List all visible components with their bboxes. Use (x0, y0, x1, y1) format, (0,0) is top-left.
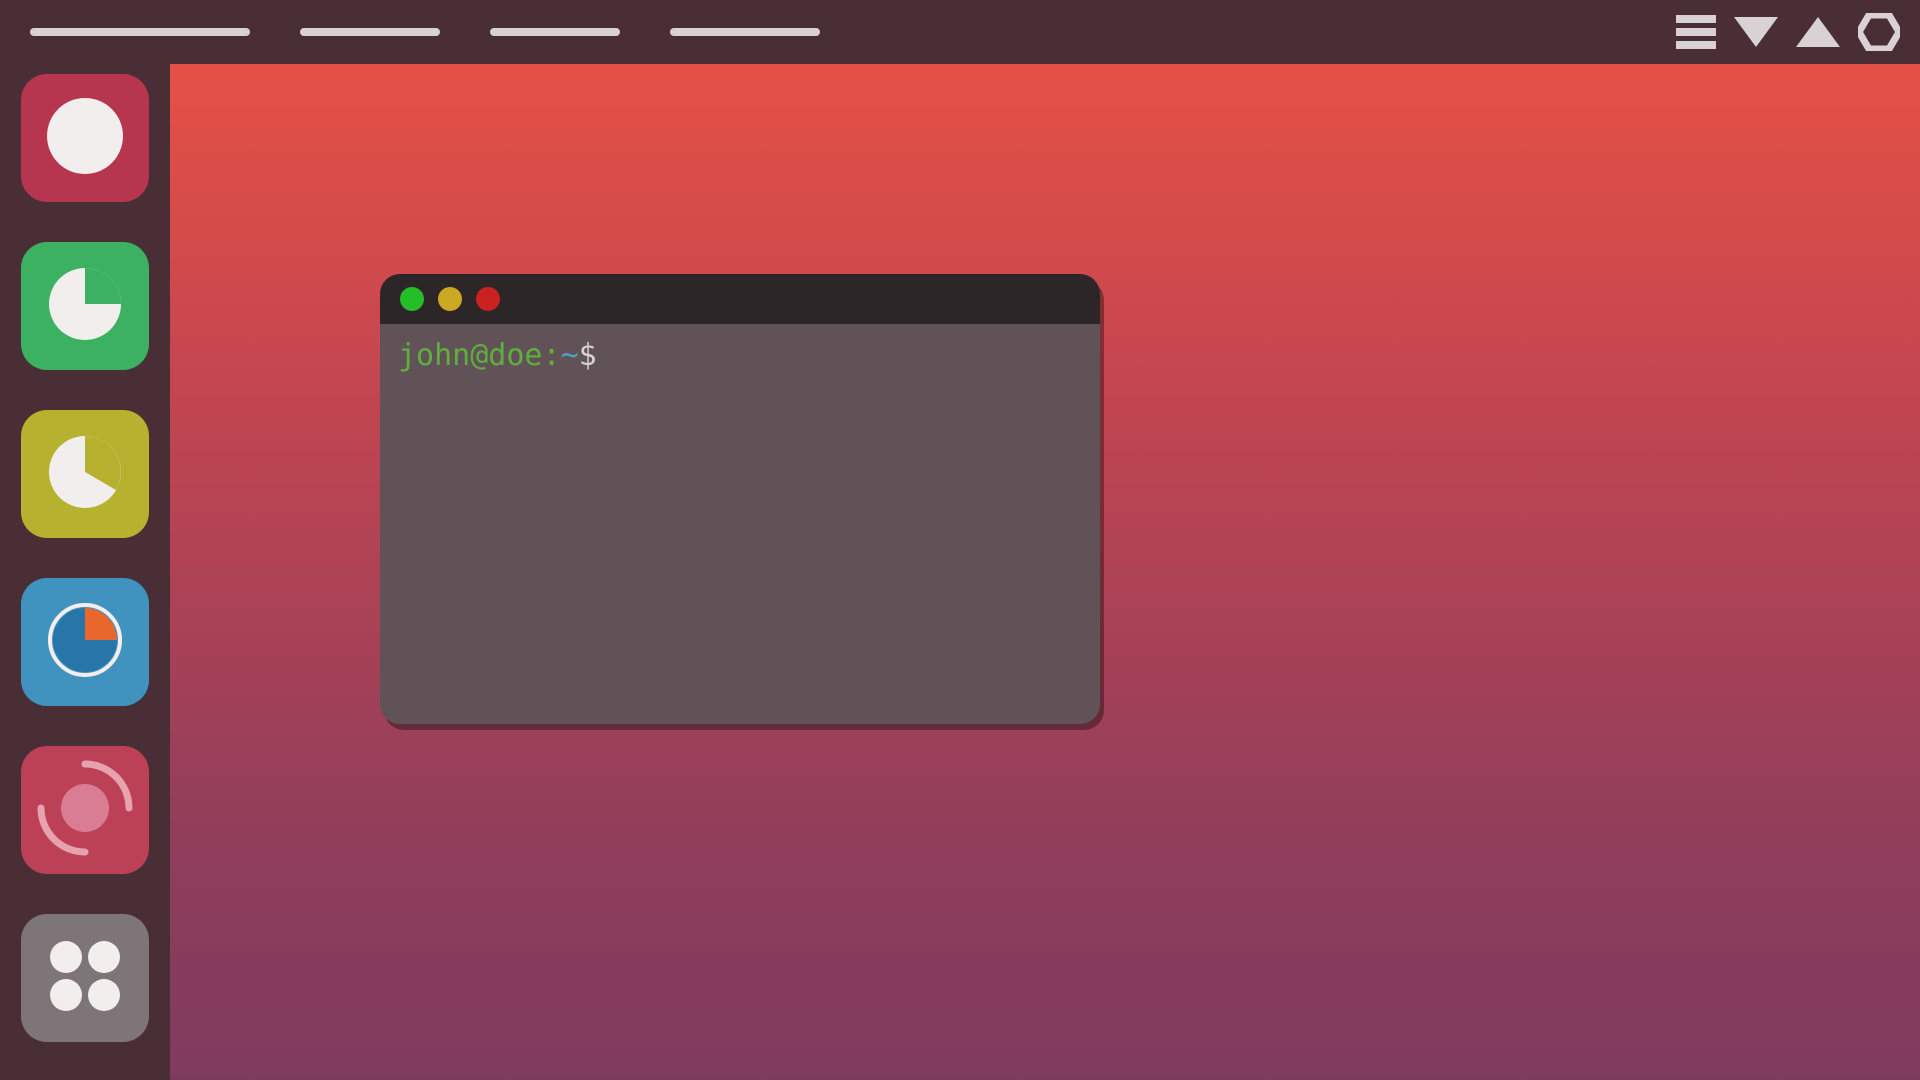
pie-ring-icon (45, 600, 125, 685)
pie-2-icon (45, 432, 125, 517)
menu-item-4[interactable] (670, 28, 820, 36)
terminal-body[interactable]: john@doe:~$ (380, 324, 1100, 724)
launcher (0, 64, 170, 1080)
circle-icon (45, 96, 125, 181)
system-tray (1676, 13, 1900, 51)
traffic-light-red[interactable] (476, 287, 500, 311)
app-pie-1[interactable] (21, 242, 149, 370)
hexagon-icon[interactable] (1858, 13, 1900, 51)
menu-item-1[interactable] (30, 28, 250, 36)
app-pie-ring[interactable] (21, 578, 149, 706)
menu-item-3[interactable] (490, 28, 620, 36)
menu-bar (30, 28, 820, 36)
prompt-user-host: john@doe: (398, 338, 561, 373)
top-bar (0, 0, 1920, 64)
traffic-light-yellow[interactable] (438, 287, 462, 311)
hamburger-icon[interactable] (1676, 15, 1716, 49)
app-dots[interactable] (21, 914, 149, 1042)
prompt-symbol: $ (579, 338, 597, 373)
terminal-window[interactable]: john@doe:~$ (380, 274, 1100, 724)
pie-1-icon (45, 264, 125, 349)
app-circle[interactable] (21, 74, 149, 202)
dots-icon (40, 931, 130, 1026)
traffic-light-green[interactable] (400, 287, 424, 311)
app-target[interactable] (21, 746, 149, 874)
desktop: john@doe:~$ (170, 64, 1920, 1080)
prompt-path: ~ (561, 338, 579, 373)
triangle-down-icon[interactable] (1734, 15, 1778, 49)
target-icon (35, 758, 135, 863)
triangle-up-icon[interactable] (1796, 15, 1840, 49)
app-pie-2[interactable] (21, 410, 149, 538)
menu-item-2[interactable] (300, 28, 440, 36)
terminal-titlebar[interactable] (380, 274, 1100, 324)
